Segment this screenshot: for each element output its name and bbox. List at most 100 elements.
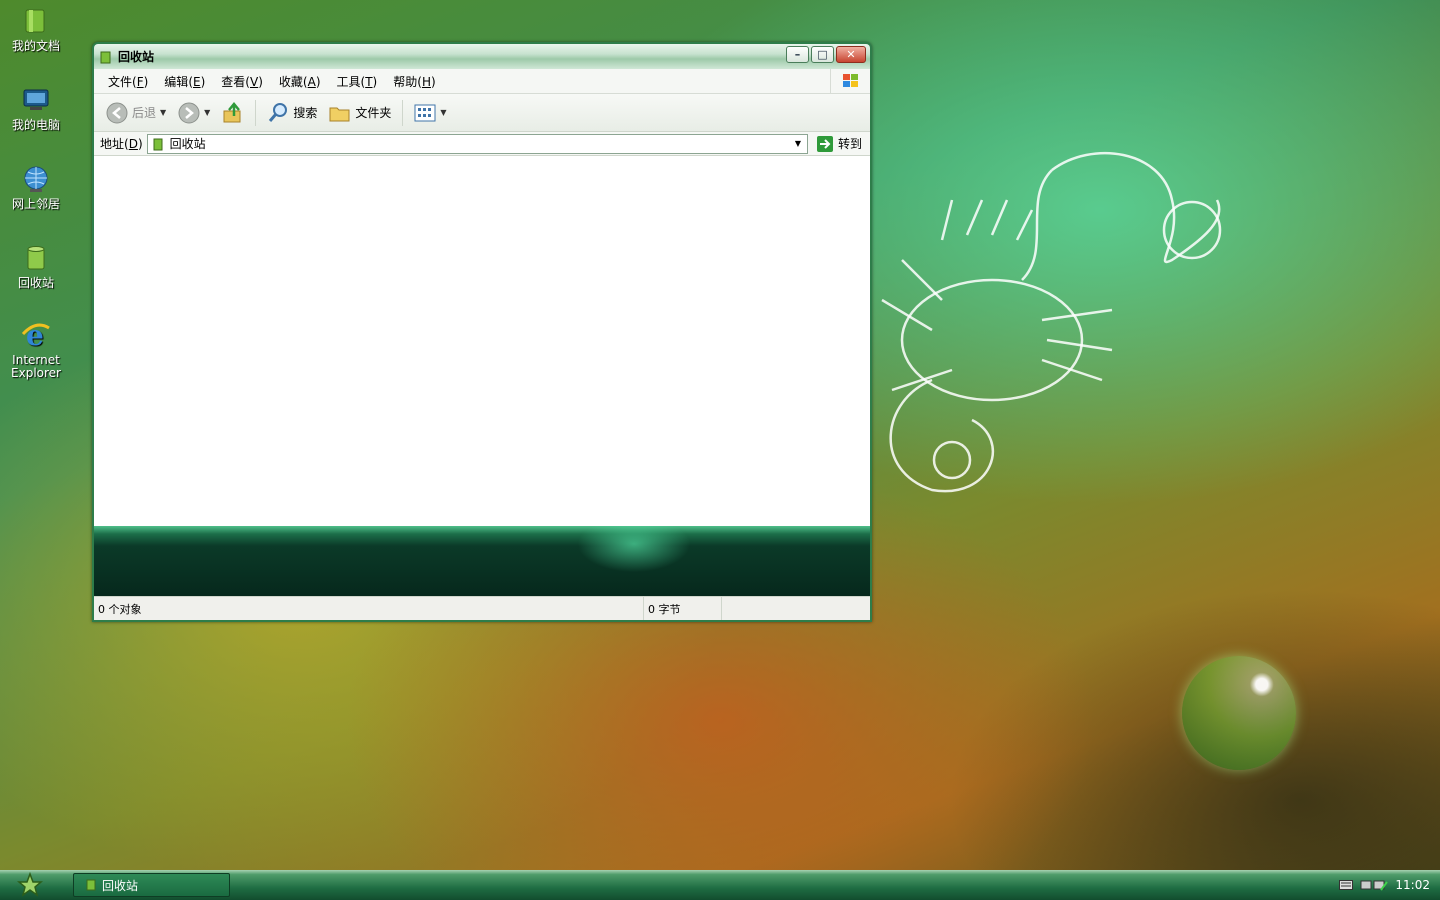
back-label: 后退 (132, 106, 157, 120)
address-label-text: 地址 (100, 137, 125, 151)
windows-logo-icon (830, 69, 870, 93)
address-field[interactable]: 回收站 ▼ (146, 133, 808, 154)
search-label: 搜索 (293, 106, 318, 120)
menu-favorites[interactable]: 收藏(A) (271, 73, 329, 90)
file-list-area[interactable] (94, 156, 870, 526)
taskbar-item-label: 回收站 (102, 878, 139, 893)
desktop-icon-my-computer[interactable]: 我的电脑 (4, 83, 68, 132)
status-size-text: 0 字节 (648, 602, 681, 616)
menu-accel: T (365, 74, 373, 89)
status-objects: 0 个对象 (94, 597, 644, 620)
folder-icon (329, 107, 350, 121)
recycle-bin-icon (153, 138, 163, 150)
desktop-icon-label: 回收站 (17, 276, 54, 290)
star-icon (17, 872, 43, 897)
taskbar: 回收站 11:02 (0, 870, 1440, 900)
desktop-icon-label: 网上邻居 (11, 197, 60, 211)
maximize-button[interactable]: □ (811, 46, 834, 63)
search-button[interactable]: 搜索 (263, 99, 321, 127)
status-zone (722, 597, 870, 620)
window-controls: – □ ✕ (786, 46, 866, 63)
menu-accel: V (249, 74, 259, 89)
clock[interactable]: 11:02 (1395, 878, 1430, 892)
menu-accel: A (307, 74, 316, 89)
toolbar-separator (402, 99, 404, 126)
folders-label: 文件夹 (355, 106, 392, 120)
ie-label-line1: Internet (12, 353, 60, 367)
address-label: 地址(D) (100, 137, 143, 151)
system-tray: 11:02 (1320, 870, 1440, 900)
folders-button[interactable]: 文件夹 (325, 99, 395, 127)
menu-accel: E (193, 74, 201, 89)
menu-label: 收藏 (278, 74, 303, 89)
address-accel: D (128, 137, 138, 151)
chevron-down-icon: ▼ (794, 139, 802, 148)
theme-banner (94, 526, 870, 596)
forward-arrow-icon (178, 102, 200, 123)
views-icon (414, 104, 436, 121)
search-icon (269, 102, 288, 122)
menu-accel: H (421, 74, 431, 89)
ie-label-line2: Explorer (11, 366, 61, 380)
ie-icon: e (19, 318, 53, 352)
menu-label: 编辑 (164, 74, 189, 89)
network-status-icon[interactable] (1359, 878, 1389, 892)
maximize-icon: □ (817, 48, 828, 61)
toolbar-separator (255, 99, 257, 126)
network-places-icon (19, 162, 53, 196)
menu-help[interactable]: 帮助(H) (385, 73, 443, 90)
menu-label: 查看 (221, 74, 246, 89)
chevron-down-icon: ▼ (440, 108, 447, 117)
go-label: 转到 (837, 137, 862, 151)
wallpaper-bubble (1182, 656, 1296, 770)
title-bar[interactable]: 回收站 – □ ✕ (94, 44, 870, 69)
menu-bar: 文件(F) 编辑(E) 查看(V) 收藏(A) 工具(T) 帮助(H) (94, 69, 870, 94)
address-bar: 地址(D) 回收站 ▼ 转到 (94, 132, 870, 156)
desktop-icon-network[interactable]: 网上邻居 (4, 162, 68, 211)
go-arrow-icon (816, 135, 833, 152)
desktop-icon-label: Internet Explorer (11, 354, 61, 380)
go-button[interactable]: 转到 (812, 135, 866, 153)
menu-tools[interactable]: 工具(T) (329, 73, 386, 90)
chevron-down-icon: ▼ (160, 108, 167, 117)
my-computer-icon (19, 83, 53, 117)
close-button[interactable]: ✕ (836, 46, 866, 63)
minimize-icon: – (794, 48, 801, 61)
address-value: 回收站 (169, 137, 206, 151)
desktop-icon-my-documents[interactable]: 我的文档 (4, 4, 68, 53)
recycle-bin-window: 回收站 – □ ✕ 文件(F) 编辑(E) 查看(V) 收藏(A) 工具(T) … (92, 42, 872, 622)
forward-button[interactable]: ▼ (174, 99, 214, 127)
menu-label: 工具 (336, 74, 361, 89)
recycle-bin-icon (19, 241, 53, 275)
recycle-bin-icon (100, 51, 111, 63)
window-title: 回收站 (118, 50, 155, 64)
desktop-icon-label: 我的文档 (11, 39, 60, 53)
close-icon: ✕ (846, 48, 856, 61)
recycle-bin-icon (86, 879, 96, 891)
menu-label: 帮助 (393, 74, 418, 89)
desktop-icon-ie[interactable]: e Internet Explorer (4, 318, 68, 380)
desktop-icon-label: 我的电脑 (11, 118, 60, 132)
minimize-button[interactable]: – (786, 46, 809, 63)
back-arrow-icon (106, 102, 128, 123)
menu-accel: F (136, 74, 144, 89)
status-bar: 0 个对象 0 字节 (94, 596, 870, 620)
menu-file[interactable]: 文件(F) (100, 73, 156, 90)
menu-label: 文件 (108, 74, 133, 89)
chevron-down-icon: ▼ (204, 108, 211, 117)
desktop-icon-recycle-bin[interactable]: 回收站 (4, 241, 68, 290)
toolbar: 后退 ▼ ▼ 搜索 文件夹 ▼ (94, 94, 870, 132)
start-button[interactable] (0, 870, 60, 900)
status-objects-text: 0 个对象 (98, 602, 142, 616)
back-button[interactable]: 后退 ▼ (102, 99, 170, 127)
views-button[interactable]: ▼ (410, 99, 450, 127)
up-folder-button[interactable] (218, 99, 248, 127)
menu-edit[interactable]: 编辑(E) (156, 73, 213, 90)
status-size: 0 字节 (644, 597, 722, 620)
address-dropdown-button[interactable]: ▼ (789, 135, 807, 153)
menu-view[interactable]: 查看(V) (213, 73, 271, 90)
taskbar-item-recycle-bin[interactable]: 回收站 (73, 873, 230, 897)
keyboard-icon[interactable] (1339, 880, 1354, 890)
up-folder-icon (223, 101, 241, 122)
wallpaper-scorpion (881, 151, 1222, 493)
